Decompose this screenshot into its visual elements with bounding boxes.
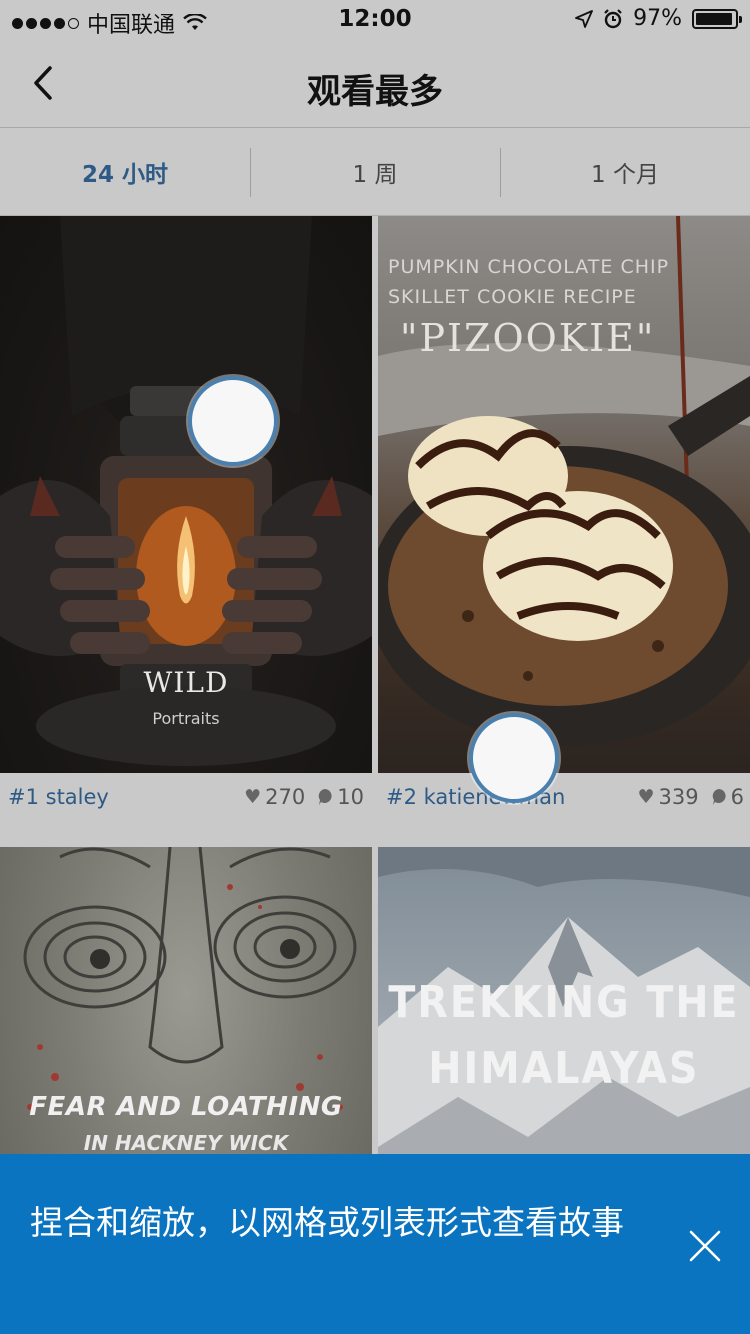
alarm-icon <box>604 8 622 28</box>
story-cover-subtitle: Portraits <box>152 709 220 728</box>
story-card-cover[interactable]: PUMPKIN CHOCOLATE CHIP SKILLET COOKIE RE… <box>378 216 750 773</box>
story-cover-title: FEAR AND LOATHING <box>29 1092 343 1122</box>
pinch-touch-indicator <box>469 713 559 803</box>
story-cover-line: PUMPKIN CHOCOLATE CHIP <box>388 256 670 278</box>
page-title: 观看最多 <box>307 72 443 112</box>
story-rank-user[interactable]: #1 staley <box>8 785 109 809</box>
like-count: 339 <box>658 785 699 809</box>
story-card-cover[interactable]: WILD Portraits <box>0 216 372 773</box>
status-bar: 中国联通 12:00 97% <box>0 0 750 40</box>
story-cover-line: SKILLET COOKIE RECIPE <box>388 286 637 308</box>
story-cover-subtitle: IN HACKNEY WICK <box>83 1131 289 1155</box>
tab-24-hours[interactable]: 24 小时 <box>0 129 250 215</box>
comment-icon <box>712 789 726 805</box>
like-count: 270 <box>265 785 306 809</box>
story-card-meta: #2 katienewman ♥ 339 6 <box>386 773 744 821</box>
comment-count: 10 <box>337 785 364 809</box>
story-cover-title: WILD <box>143 666 229 699</box>
tab-1-week[interactable]: 1 周 <box>250 129 500 215</box>
navigation-bar: 观看最多 <box>0 40 750 128</box>
heart-icon: ♥ <box>637 786 655 808</box>
close-button[interactable] <box>688 1229 722 1263</box>
battery-percent: 97% <box>633 6 682 31</box>
pinch-touch-indicator <box>188 376 278 466</box>
story-cover-title: TREKKING THE <box>388 977 740 1028</box>
story-cover-title: "PIZOOKIE" <box>400 316 656 360</box>
heart-icon: ♥ <box>244 786 262 808</box>
tip-banner: 捏合和缩放，以网格或列表形式查看故事 <box>0 1154 750 1334</box>
tab-1-month[interactable]: 1 个月 <box>500 129 750 215</box>
tip-text: 捏合和缩放，以网格或列表形式查看故事 <box>30 1203 624 1242</box>
comment-icon <box>318 789 332 805</box>
battery-icon <box>692 8 742 29</box>
close-icon <box>689 1230 721 1262</box>
story-cover-title: HIMALAYAS <box>428 1043 700 1094</box>
time-range-tabs: 24 小时 1 周 1 个月 <box>0 129 750 216</box>
story-card-meta: #1 staley ♥ 270 10 <box>8 773 364 821</box>
location-arrow-icon <box>575 9 593 28</box>
comment-count: 6 <box>730 785 744 809</box>
